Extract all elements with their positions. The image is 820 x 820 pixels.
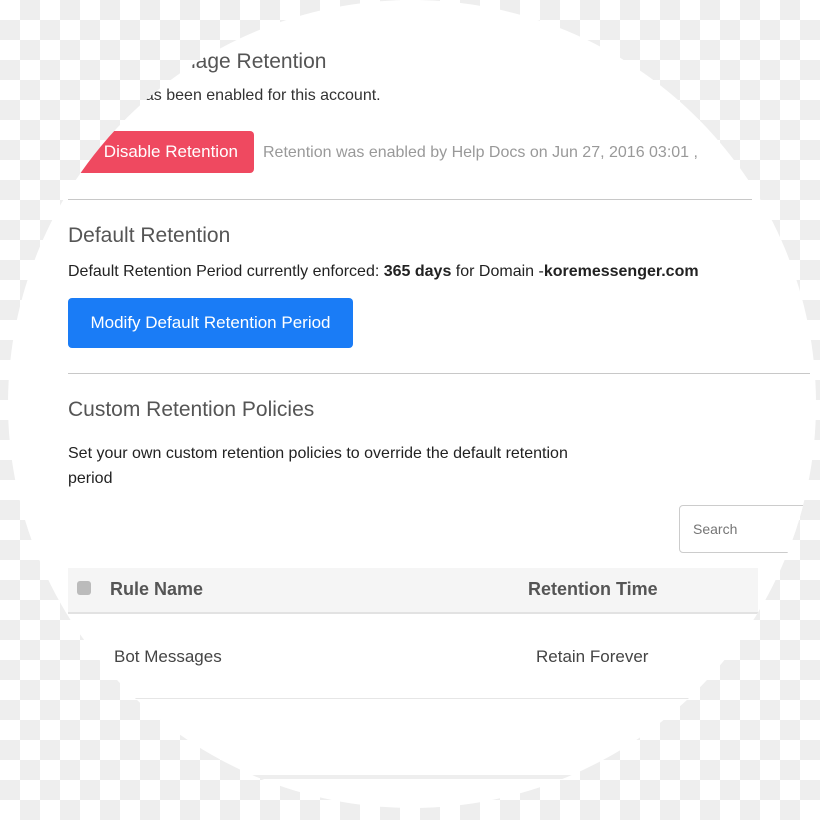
retention-period: 365 days bbox=[383, 263, 452, 280]
retention-enabled-info: Retention was enabled by Help Docs on Ju… bbox=[263, 144, 698, 161]
text-prefix: Default Retention Period currently enfor… bbox=[68, 263, 384, 280]
default-retention-text: Default Retention Period currently enfor… bbox=[68, 263, 699, 281]
custom-description-line1: Set your own custom retention policies t… bbox=[68, 445, 568, 462]
row-checkbox[interactable] bbox=[78, 648, 93, 663]
table-row[interactable]: Bot Messages Retain Forever bbox=[68, 614, 758, 699]
select-all-checkbox[interactable] bbox=[77, 581, 91, 595]
domain-name: koremessenger.com bbox=[543, 263, 699, 280]
custom-description-line2: period bbox=[68, 470, 113, 487]
manage-retention-title: nage Retention bbox=[184, 50, 327, 73]
text-mid: for Domain - bbox=[451, 263, 544, 280]
divider bbox=[68, 199, 752, 200]
modify-default-retention-button[interactable]: Modify Default Retention Period bbox=[68, 298, 353, 348]
content-panel: nage Retention has been enabled for this… bbox=[8, 0, 816, 808]
table-footer bbox=[150, 775, 670, 779]
divider bbox=[68, 373, 810, 374]
column-retention-time[interactable]: Retention Time bbox=[528, 579, 658, 600]
table-header: Rule Name Retention Time bbox=[68, 568, 758, 614]
disable-retention-button[interactable]: Disable Retention bbox=[60, 131, 254, 173]
search-input[interactable] bbox=[679, 505, 816, 553]
retention-time-cell: Retain Forever bbox=[536, 647, 649, 666]
default-retention-title: Default Retention bbox=[68, 224, 231, 247]
rule-name-cell: Bot Messages bbox=[114, 647, 222, 666]
column-rule-name[interactable]: Rule Name bbox=[110, 579, 203, 600]
custom-retention-title: Custom Retention Policies bbox=[68, 398, 315, 421]
retention-status: has been enabled for this account. bbox=[136, 87, 381, 104]
